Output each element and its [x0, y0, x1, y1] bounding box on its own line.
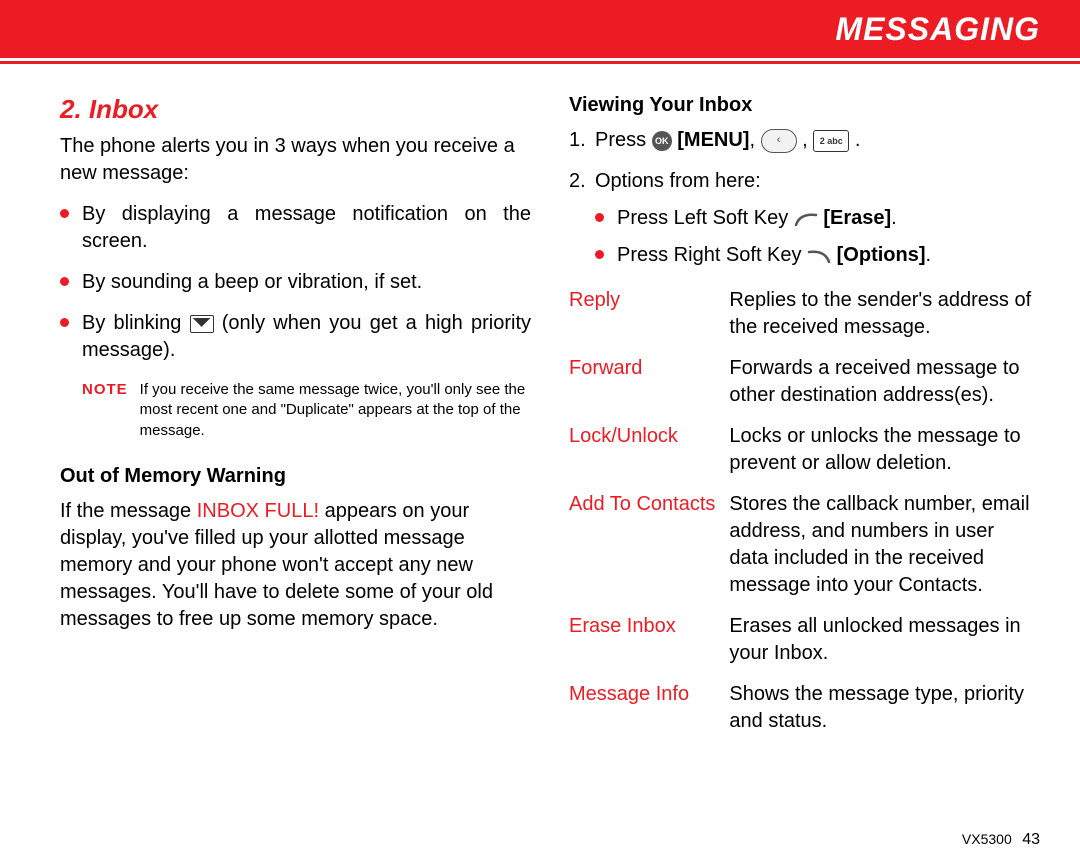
- press-left-softkey: Press Left Soft Key [Erase].: [595, 205, 1040, 232]
- left-column: 2. Inbox The phone alerts you in 3 ways …: [60, 82, 531, 745]
- table-row: ForwardForwards a received message to ot…: [569, 351, 1040, 419]
- inbox-full-text: INBOX FULL!: [197, 500, 319, 522]
- opt-desc: Shows the message type, priority and sta…: [729, 677, 1040, 745]
- step1-mid: ,: [749, 129, 760, 151]
- opt-term: Message Info: [569, 677, 729, 745]
- right-column: Viewing Your Inbox Press OK [MENU], ‹ , …: [569, 82, 1040, 745]
- intro-paragraph: The phone alerts you in 3 ways when you …: [60, 133, 531, 187]
- options-tbody: ReplyReplies to the sender's address of …: [569, 283, 1040, 745]
- opt-term: Erase Inbox: [569, 609, 729, 677]
- opt-desc: Erases all unlocked messages in your Inb…: [729, 609, 1040, 677]
- footer-model: VX5300: [962, 831, 1012, 847]
- menu-label: [MENU]: [677, 129, 749, 151]
- step2-text: Options from here:: [595, 170, 761, 192]
- viewing-inbox-heading: Viewing Your Inbox: [569, 92, 1040, 119]
- rsoft-a: Press Right Soft Key: [617, 244, 807, 266]
- oom-paragraph: If the message INBOX FULL! appears on yo…: [60, 498, 531, 633]
- alert-item-screen: By displaying a message notification on …: [60, 201, 531, 255]
- key-2abc-icon: 2 abc: [813, 130, 849, 152]
- opt-desc: Forwards a received message to other des…: [729, 351, 1040, 419]
- press-right-softkey: Press Right Soft Key [Options].: [595, 242, 1040, 269]
- table-row: Lock/UnlockLocks or unlocks the message …: [569, 419, 1040, 487]
- step1-end: .: [855, 129, 861, 151]
- note-text: If you receive the same message twice, y…: [140, 380, 531, 441]
- opt-term: Forward: [569, 351, 729, 419]
- table-row: Message InfoShows the message type, prio…: [569, 677, 1040, 745]
- alert-ways-list: By displaying a message notification on …: [60, 201, 531, 364]
- oom-text-a: If the message: [60, 500, 197, 522]
- opt-desc: Locks or unlocks the message to prevent …: [729, 419, 1040, 487]
- step2-options: Press Left Soft Key [Erase]. Press Right…: [595, 205, 1040, 269]
- section-heading-inbox: 2. Inbox: [60, 92, 531, 127]
- opt-term: Reply: [569, 283, 729, 351]
- table-row: Erase InboxErases all unlocked messages …: [569, 609, 1040, 677]
- alert-item-blink: By blinking (only when you get a high pr…: [60, 310, 531, 364]
- lsoft-end: .: [891, 207, 897, 229]
- header-banner: MESSAGING: [0, 0, 1080, 58]
- table-row: ReplyReplies to the sender's address of …: [569, 283, 1040, 351]
- table-row: Add To ContactsStores the callback numbe…: [569, 487, 1040, 609]
- alert-blink-text-a: By blinking: [82, 312, 190, 334]
- ok-key-icon: OK: [652, 131, 672, 151]
- page-category-title: MESSAGING: [835, 11, 1040, 48]
- opt-desc: Stores the callback number, email addres…: [729, 487, 1040, 609]
- opt-desc: Replies to the sender's address of the r…: [729, 283, 1040, 351]
- right-softkey-icon: [807, 248, 831, 264]
- rsoft-end: .: [926, 244, 932, 266]
- step-2: Options from here: Press Left Soft Key […: [569, 168, 1040, 269]
- step-1: Press OK [MENU], ‹ , 2 abc .: [569, 127, 1040, 154]
- envelope-icon: [190, 315, 214, 333]
- step1-text-a: Press: [595, 129, 652, 151]
- opt-term: Lock/Unlock: [569, 419, 729, 487]
- left-softkey-icon: [794, 211, 818, 227]
- step1-mid2: ,: [802, 129, 813, 151]
- viewing-steps: Press OK [MENU], ‹ , 2 abc . Options fro…: [569, 127, 1040, 269]
- options-label: [Options]: [837, 244, 926, 266]
- lsoft-a: Press Left Soft Key: [617, 207, 794, 229]
- note-block: NOTE If you receive the same message twi…: [82, 380, 531, 441]
- options-table: ReplyReplies to the sender's address of …: [569, 283, 1040, 745]
- opt-term: Add To Contacts: [569, 487, 729, 609]
- page-body: 2. Inbox The phone alerts you in 3 ways …: [0, 64, 1080, 745]
- footer-page-number: 43: [1022, 831, 1040, 848]
- erase-label: [Erase]: [823, 207, 891, 229]
- alert-item-beep: By sounding a beep or vibration, if set.: [60, 269, 531, 296]
- note-label: NOTE: [82, 380, 128, 441]
- oom-heading: Out of Memory Warning: [60, 463, 531, 490]
- left-nav-icon: ‹: [761, 129, 797, 153]
- page-footer: VX5300 43: [962, 831, 1040, 849]
